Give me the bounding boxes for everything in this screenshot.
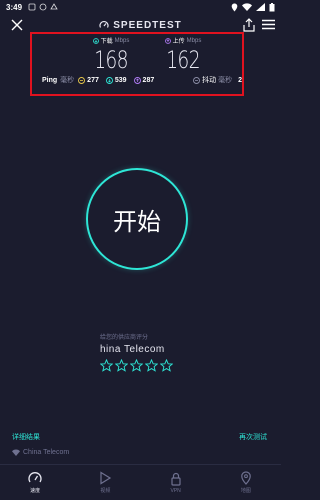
share-icon[interactable] (243, 18, 255, 32)
star-rating (100, 359, 220, 372)
tab-label: 地图 (240, 488, 251, 494)
idle-ping-icon (78, 76, 86, 84)
upload-unit: Mbps (186, 37, 202, 44)
battery-icon (269, 2, 275, 11)
upload-arrow-icon (164, 37, 171, 44)
wifi-icon (12, 449, 20, 456)
download-ping-icon (105, 76, 113, 84)
retest-link[interactable]: 再次测试 (239, 432, 267, 442)
provider-name: hina Telecom (100, 344, 165, 355)
notification-icon (50, 3, 58, 10)
signal-icon (256, 3, 265, 11)
ping-idle-value: 277 (87, 76, 99, 84)
tab-speed[interactable]: 速度 (0, 465, 70, 500)
brand-logo: SPEEDTEST (99, 20, 181, 31)
wifi-icon (242, 3, 252, 11)
status-time: 3:49 (6, 2, 23, 12)
tab-video[interactable]: 视频 (70, 465, 140, 500)
tab-vpn[interactable]: VPN (141, 465, 211, 500)
bottom-links: 详细结果 再次测试 (0, 432, 281, 444)
ping-upload-value: 287 (142, 76, 155, 84)
start-test-button[interactable]: 开始 (86, 168, 188, 270)
download-label: 下载 (100, 39, 113, 45)
upload-label: 上传 (172, 39, 185, 45)
tab-map[interactable]: 地图 (211, 465, 281, 500)
notification-icon (28, 3, 36, 11)
notification-icons (28, 3, 58, 11)
notification-icon (39, 3, 47, 11)
play-icon (100, 471, 112, 485)
map-pin-icon (241, 471, 251, 485)
ping-unit: 毫秒 (60, 77, 75, 84)
jitter-metric: 抖动 毫秒 2 (193, 75, 242, 85)
upload-result: 上传 Mbps 162 (148, 36, 218, 73)
upload-value: 162 (166, 46, 200, 74)
isp-footer: China Telecom (12, 449, 69, 456)
ping-download-value: 539 (114, 76, 127, 84)
status-bar: 3:49 (0, 0, 281, 14)
star-icon[interactable] (130, 359, 143, 372)
detailed-results-link[interactable]: 详细结果 (12, 432, 40, 442)
star-icon[interactable] (100, 359, 113, 372)
download-unit: Mbps (114, 37, 130, 44)
tab-label: 速度 (30, 488, 41, 494)
jitter-unit: 毫秒 (218, 77, 233, 84)
location-icon (231, 3, 238, 11)
isp-name: China Telecom (23, 449, 70, 456)
close-icon[interactable] (10, 18, 24, 32)
speedometer-icon (28, 472, 42, 483)
rating-hint: 给您的供应商评分 (100, 335, 149, 341)
star-icon[interactable] (160, 359, 173, 372)
tab-label: 视频 (100, 488, 111, 494)
star-icon[interactable] (115, 359, 128, 372)
tab-label: VPN (170, 487, 181, 494)
ping-download: 539 (105, 76, 127, 84)
download-value: 168 (94, 46, 128, 74)
results-panel: 下载 Mbps 168 上传 Mbps 162 Ping 毫秒 277 539 … (30, 32, 244, 96)
lock-icon (171, 472, 181, 486)
upload-ping-icon (133, 76, 141, 84)
ping-row: Ping 毫秒 277 539 287 抖动 毫秒 2 (42, 74, 242, 86)
speedometer-icon (99, 20, 109, 28)
ping-idle: 277 (78, 77, 99, 84)
jitter-value: 2 (238, 76, 242, 84)
provider-rating: 给您的供应商评分 hina Telecom (100, 332, 220, 372)
bottom-tab-bar: 速度 视频 VPN 地图 (0, 464, 281, 500)
ping-label: Ping (42, 76, 58, 84)
ping-upload: 287 (133, 76, 155, 84)
brand-name: SPEEDTEST (113, 19, 182, 31)
star-icon[interactable] (145, 359, 158, 372)
download-result: 下载 Mbps 168 (76, 36, 146, 73)
menu-icon[interactable] (262, 19, 275, 30)
jitter-label: 抖动 (202, 77, 217, 84)
download-arrow-icon (92, 37, 99, 44)
jitter-icon (193, 76, 201, 84)
